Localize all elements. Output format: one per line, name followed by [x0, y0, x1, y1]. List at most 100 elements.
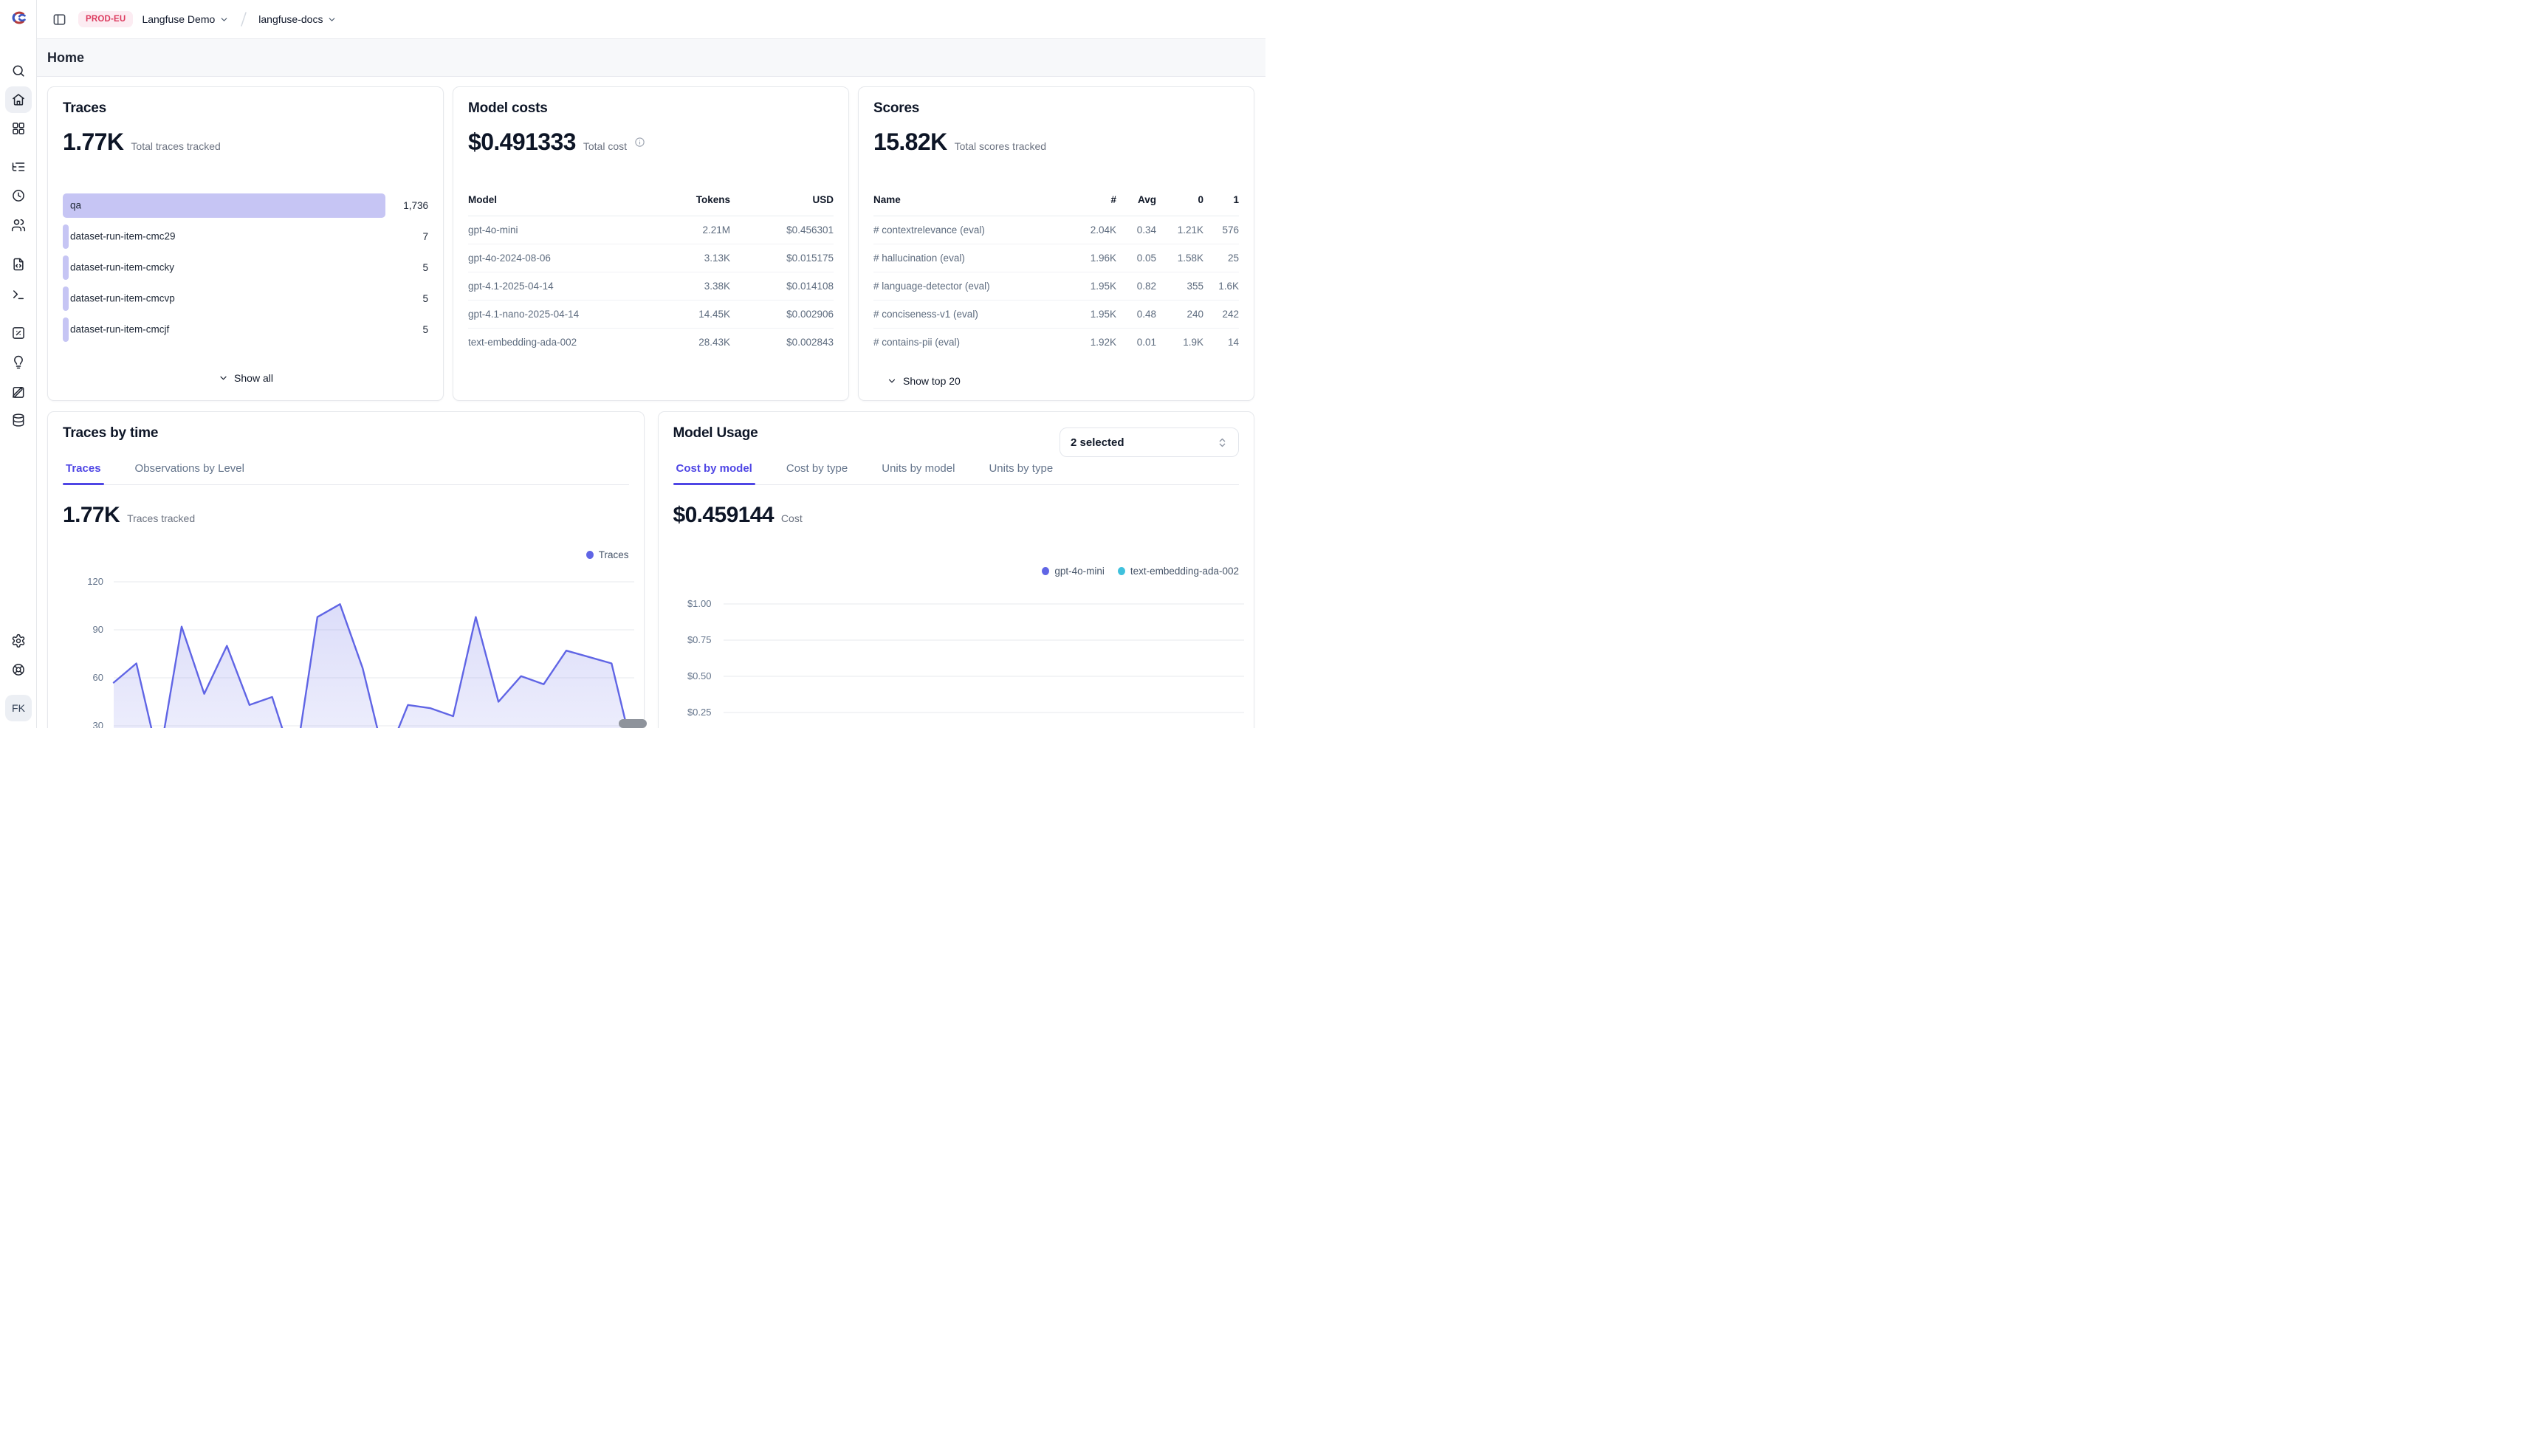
trace-name: dataset-run-item-cmc29 [70, 231, 176, 242]
row-label: # hallucination (eval) [873, 253, 1074, 264]
sidebar: FK [0, 0, 37, 728]
table-row: # language-detector (eval)1.95K0.823551.… [873, 272, 1239, 301]
sidebar-item-dashboards[interactable] [5, 115, 32, 142]
y-axis-tick: 90 [58, 624, 103, 635]
users-icon [11, 218, 26, 233]
row-label: gpt-4.1-nano-2025-04-14 [468, 309, 649, 320]
traces-by-time-tab-observations-by-level[interactable]: Observations by Level [132, 462, 247, 484]
legend-dot-icon [586, 551, 594, 559]
chevron-down-icon [219, 15, 229, 24]
model-costs-table: ModelTokensUSDgpt-4o-mini2.21M$0.456301g… [468, 188, 834, 356]
sidebar-item-search[interactable] [5, 58, 32, 84]
column-header: Model [468, 194, 649, 205]
row-value: 0.82 [1116, 281, 1156, 292]
trace-count: 5 [385, 324, 428, 335]
org-selector[interactable]: Langfuse Demo [142, 13, 229, 25]
legend-label: text-embedding-ada-002 [1130, 566, 1239, 577]
trace-bar-row[interactable]: dataset-run-item-cmcjf 5 [63, 314, 428, 345]
sidebar-toggle-button[interactable] [49, 9, 69, 30]
user-avatar[interactable]: FK [5, 695, 32, 721]
row-value: 1.58K [1156, 253, 1203, 264]
sidebar-item-datasets[interactable] [5, 407, 32, 433]
trace-bar-row[interactable]: qa1,736 [63, 190, 428, 221]
scores-total-label: Total scores tracked [955, 140, 1047, 152]
sidebar-item-playground[interactable] [5, 281, 32, 308]
column-header: Avg [1116, 194, 1156, 205]
sidebar-item-users[interactable] [5, 212, 32, 238]
settings-icon [11, 633, 26, 648]
model-usage-tab-cost-by-model[interactable]: Cost by model [673, 462, 755, 484]
y-axis-tick: $1.00 [666, 598, 712, 609]
table-row: # hallucination (eval)1.96K0.051.58K25 [873, 244, 1239, 272]
model-usage-tabs: Cost by model Cost by type Units by model U… [673, 462, 1240, 485]
row-value: 0.48 [1116, 309, 1156, 320]
row-value: 355 [1156, 281, 1203, 292]
support-icon [11, 662, 26, 677]
traces-by-time-tab-traces[interactable]: Traces [63, 462, 104, 484]
project-selector[interactable]: langfuse-docs [258, 13, 337, 25]
row-value: 28.43K [649, 337, 730, 348]
trace-bar [63, 193, 385, 218]
sidebar-item-tracing[interactable] [5, 154, 32, 180]
trace-bar-row[interactable]: dataset-run-item-cmcky5 [63, 252, 428, 283]
sidebar-item-sessions[interactable] [5, 182, 32, 209]
show-top-20-button[interactable]: Show top 20 [887, 375, 961, 387]
main-content: Traces 1.77K Total traces tracked qa1,73… [37, 77, 1266, 728]
row-label: gpt-4o-2024-08-06 [468, 253, 649, 264]
sidebar-item-prompts[interactable] [5, 251, 32, 278]
sidebar-item-annotation-queues[interactable] [5, 379, 32, 405]
sidebar-item-support[interactable] [5, 656, 32, 683]
legend-item: Traces [586, 549, 629, 560]
sidebar-item-insights[interactable] [5, 349, 32, 376]
scores-total: 15.82K [873, 128, 947, 156]
langfuse-logo-icon [10, 9, 27, 27]
environment-badge: PROD-EU [78, 11, 133, 27]
legend-dot-icon [1042, 567, 1049, 575]
y-axis-tick: $0.75 [666, 634, 712, 645]
row-value: 1.9K [1156, 337, 1203, 348]
row-label: # contains-pii (eval) [873, 337, 1074, 348]
traces-by-time-chart: Traces 120906030 [48, 412, 644, 728]
sidebar-item-evaluation[interactable] [5, 320, 32, 346]
trace-name: dataset-run-item-cmcjf [70, 324, 169, 335]
row-value: 14.45K [649, 309, 730, 320]
trace-bar [63, 255, 69, 280]
sidebar-item-home[interactable] [5, 86, 32, 113]
info-icon[interactable] [634, 137, 645, 148]
model-usage-chart: gpt-4o-mini text-embedding-ada-002 $1.00 $… [659, 412, 1254, 728]
horizontal-scrollbar-thumb[interactable] [619, 719, 647, 728]
model-usage-total: $0.459144 [673, 503, 774, 528]
model-costs-title: Model costs [468, 100, 834, 117]
model-usage-tab-units-by-type[interactable]: Units by type [986, 462, 1056, 484]
table-row: gpt-4.1-nano-2025-04-1414.45K$0.002906 [468, 301, 834, 329]
legend-item: gpt-4o-mini [1042, 566, 1105, 577]
row-value: 576 [1203, 224, 1239, 236]
prompts-icon [11, 257, 26, 272]
legend-item: text-embedding-ada-002 [1118, 566, 1239, 577]
column-header: USD [730, 194, 834, 205]
table-row: text-embedding-ada-00228.43K$0.002843 [468, 329, 834, 356]
traces-bar-list: qa1,736dataset-run-item-cmc297dataset-ru… [63, 190, 428, 345]
insights-icon [11, 355, 26, 370]
y-axis-tick: $0.25 [666, 707, 712, 718]
traces-by-time-card: Traces by time TracesObservations by Lev… [47, 411, 645, 728]
trace-bar-row[interactable]: dataset-run-item-cmcvp5 [63, 283, 428, 314]
home-icon [11, 92, 26, 107]
model-usage-tab-units-by-model[interactable]: Units by model [879, 462, 958, 484]
row-value: $0.014108 [730, 281, 834, 292]
trace-name: dataset-run-item-cmcvp [70, 293, 175, 304]
annotation-queues-icon [11, 385, 26, 399]
traces-total: 1.77K [63, 128, 123, 156]
trace-bar [63, 317, 69, 342]
traces-card-title: Traces [63, 100, 428, 117]
topbar: PROD-EU Langfuse Demo langfuse-docs [37, 0, 1266, 39]
model-selector-dropdown[interactable]: 2 selected [1060, 427, 1239, 457]
scores-card: Scores 15.82K Total scores tracked Name#… [858, 86, 1254, 401]
row-value: $0.002843 [730, 337, 834, 348]
sidebar-item-settings[interactable] [5, 628, 32, 654]
trace-bar-row[interactable]: dataset-run-item-cmc297 [63, 221, 428, 252]
model-usage-tab-cost-by-type[interactable]: Cost by type [783, 462, 851, 484]
show-all-button[interactable]: Show all [218, 372, 273, 384]
scores-title: Scores [873, 100, 1239, 117]
row-value: 3.38K [649, 281, 730, 292]
